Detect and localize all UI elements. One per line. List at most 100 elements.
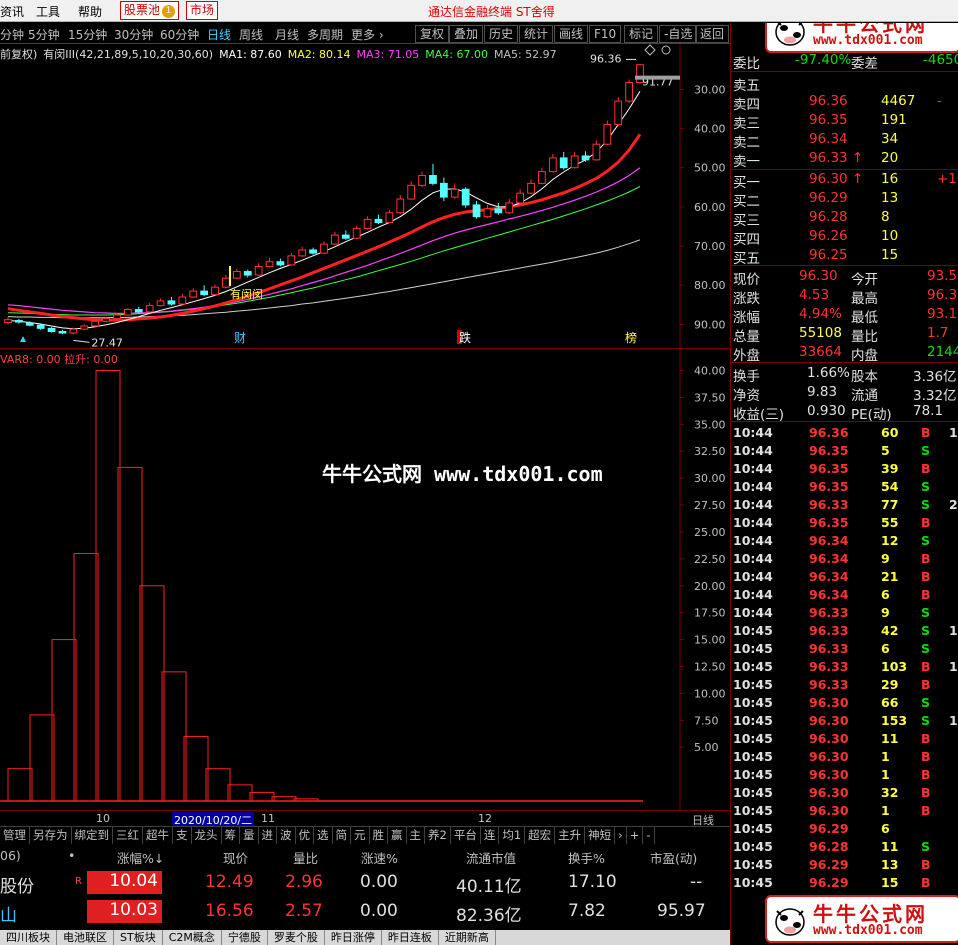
indicator-tab[interactable]: 简 xyxy=(333,827,351,844)
tick-row[interactable]: 10:45 96.30 66 S xyxy=(731,694,958,712)
menu-item-tools[interactable]: 工具 xyxy=(36,3,60,20)
tick-row[interactable]: 10:44 96.35 55 B xyxy=(731,514,958,532)
table-row[interactable]: 股份 R 10.04 12.49 2.96 0.00 40.11亿 17.10 … xyxy=(0,870,730,898)
order-book-row[interactable]: 买五 96.25 15 xyxy=(731,246,958,267)
tick-row[interactable]: 10:44 96.36 60 B 1 xyxy=(731,424,958,442)
tick-row[interactable]: 10:44 96.33 9 S xyxy=(731,604,958,622)
tick-row[interactable]: 10:44 96.35 5 S xyxy=(731,442,958,460)
indicator-tab[interactable]: 胜 xyxy=(370,827,388,844)
sheet-tab[interactable]: 宁德股 xyxy=(222,930,268,945)
tick-row[interactable]: 10:45 96.30 1 B xyxy=(731,802,958,820)
indicator-tab[interactable]: 主升 xyxy=(555,827,586,844)
sheet-tab[interactable]: 昨日连板 xyxy=(382,930,439,945)
indicator-tab[interactable]: 选 xyxy=(314,827,333,844)
indicator-tab[interactable]: 连 xyxy=(481,827,500,844)
sheet-tab[interactable]: 罗麦个股 xyxy=(268,930,325,945)
toolbar-favorite-button[interactable]: -自选 xyxy=(659,25,698,43)
tick-row[interactable]: 10:45 96.29 15 B xyxy=(731,874,958,892)
col-header-price[interactable]: 现价 xyxy=(223,848,248,867)
indicator-tab[interactable]: 龙头 xyxy=(192,827,222,844)
period-weekly[interactable]: 周线 xyxy=(239,26,263,43)
indicator-chart[interactable]: 40.00 37.50 35.00 32.50 30.00 27.50 25.00 22.50… xyxy=(0,349,730,810)
indicator-tab[interactable]: › xyxy=(615,827,627,844)
indicator-tab[interactable]: 平台 xyxy=(451,827,481,844)
sheet-tab[interactable]: ST板块 xyxy=(114,930,163,945)
market-button[interactable]: 市场 xyxy=(186,1,219,20)
order-book-row[interactable]: 卖五 xyxy=(731,73,958,94)
tick-row[interactable]: 10:45 96.33 29 B xyxy=(731,676,958,694)
tick-row[interactable]: 10:44 96.35 39 B xyxy=(731,460,958,478)
sheet-tab[interactable]: 昨日涨停 xyxy=(325,930,382,945)
col-header-turnover[interactable]: 换手% xyxy=(568,848,605,867)
menu-item-news[interactable]: 资讯 xyxy=(0,3,24,20)
indicator-tab[interactable]: 筹 xyxy=(222,827,240,844)
indicator-tab[interactable]: + xyxy=(627,827,644,844)
tick-row[interactable]: 10:44 96.34 12 S xyxy=(731,532,958,550)
indicator-tab[interactable]: 超宏 xyxy=(525,827,556,844)
stock-pool-button[interactable]: 股票池 1 xyxy=(120,1,180,20)
toolbar-history-button[interactable]: 历史 xyxy=(484,25,519,43)
period-multi[interactable]: 多周期 xyxy=(307,26,343,43)
order-book-row[interactable]: 卖四 96.36 4467 - xyxy=(731,92,958,113)
period-30min[interactable]: 30分钟 xyxy=(114,26,153,43)
tick-row[interactable]: 10:45 96.33 42 S 1 xyxy=(731,622,958,640)
circle-icon[interactable] xyxy=(661,45,671,55)
col-header-speed[interactable]: 涨速% xyxy=(361,848,398,867)
indicator-tab[interactable]: 优 xyxy=(296,827,314,844)
toolbar-restore-button[interactable]: 复权 xyxy=(415,25,450,43)
tick-row[interactable]: 10:45 96.29 6 xyxy=(731,820,958,838)
sheet-tab[interactable]: 四川板块 xyxy=(0,930,57,945)
col-header-volratio[interactable]: 量比 xyxy=(293,848,318,867)
period-more[interactable]: 更多 › xyxy=(351,26,384,43)
toolbar-back-button[interactable]: 返回 xyxy=(695,25,730,43)
indicator-tab[interactable]: 神短 xyxy=(585,827,616,844)
period-5min[interactable]: 5分钟 xyxy=(28,26,60,43)
indicator-tab[interactable]: 另存为 xyxy=(30,827,72,844)
toolbar-stats-button[interactable]: 统计 xyxy=(519,25,554,43)
indicator-tab[interactable]: 进 xyxy=(259,827,277,844)
indicator-tab[interactable]: 三红 xyxy=(113,827,143,844)
indicator-tab[interactable]: 元 xyxy=(351,827,370,844)
period-60min[interactable]: 60分钟 xyxy=(160,26,199,43)
order-book-row[interactable]: 买一 96.30 ↑ 16 +10 xyxy=(731,170,958,191)
tick-row[interactable]: 10:45 96.28 11 S xyxy=(731,838,958,856)
col-header-change-pct[interactable]: 涨幅%↓ xyxy=(117,848,164,867)
tick-row[interactable]: 10:44 96.34 21 B xyxy=(731,568,958,586)
col-header-code[interactable]: 06) xyxy=(0,848,21,863)
order-book-row[interactable]: 买三 96.28 8 xyxy=(731,208,958,229)
indicator-tab[interactable]: 超牛 xyxy=(143,827,173,844)
indicator-tab[interactable]: - xyxy=(643,827,655,844)
period-monthly[interactable]: 月线 xyxy=(275,26,299,43)
tick-row[interactable]: 10:45 96.30 1 B xyxy=(731,748,958,766)
main-chart[interactable]: 前复权) 有闵III(42,21,89,5,10,20,30,60) MA1: 87… xyxy=(0,44,730,349)
sheet-tab[interactable]: 近期新高 xyxy=(439,930,496,945)
tick-row[interactable]: 10:44 96.35 54 S xyxy=(731,478,958,496)
event-marker-label[interactable]: 财 xyxy=(234,331,246,345)
menu-item-help[interactable]: 帮助 xyxy=(78,3,102,20)
tick-row[interactable]: 10:44 96.34 9 B xyxy=(731,550,958,568)
toolbar-mark-button[interactable]: 标记 xyxy=(624,25,659,43)
event-marker-label[interactable]: 跌 xyxy=(459,330,471,345)
toolbar-overlay-button[interactable]: 叠加 xyxy=(449,25,484,43)
indicator-tab[interactable]: 波 xyxy=(277,827,296,844)
indicator-tab[interactable]: 量 xyxy=(240,827,259,844)
tick-row[interactable]: 10:44 96.34 6 B xyxy=(731,586,958,604)
order-book-row[interactable]: 卖三 96.35 191 xyxy=(731,111,958,132)
tick-row[interactable]: 10:45 96.30 32 B xyxy=(731,784,958,802)
period-1min[interactable]: 分钟 xyxy=(0,26,24,43)
order-book-row[interactable]: 买四 96.26 10 xyxy=(731,227,958,248)
order-book-row[interactable]: 卖二 96.34 34 xyxy=(731,130,958,151)
period-daily[interactable]: 日线 xyxy=(207,26,231,43)
toolbar-f10-button[interactable]: F10 xyxy=(589,25,622,43)
indicator-tab[interactable]: 绑定到 xyxy=(72,827,113,844)
diamond-icon[interactable] xyxy=(644,44,656,56)
order-book-row[interactable]: 卖一 96.33 ↑ 20 xyxy=(731,149,958,170)
tick-row[interactable]: 10:45 96.29 13 B xyxy=(731,856,958,874)
tick-row[interactable]: 10:45 96.30 153 S 1 xyxy=(731,712,958,730)
tick-row[interactable]: 10:45 96.33 103 B 1 xyxy=(731,658,958,676)
indicator-tab[interactable]: 养2 xyxy=(425,827,451,844)
sheet-tab[interactable]: 电池联区 xyxy=(57,930,114,945)
tick-row[interactable]: 10:44 96.33 77 S 2 xyxy=(731,496,958,514)
tick-row[interactable]: 10:45 96.30 11 B xyxy=(731,730,958,748)
col-header-pe[interactable]: 市盈(动) xyxy=(650,848,697,867)
